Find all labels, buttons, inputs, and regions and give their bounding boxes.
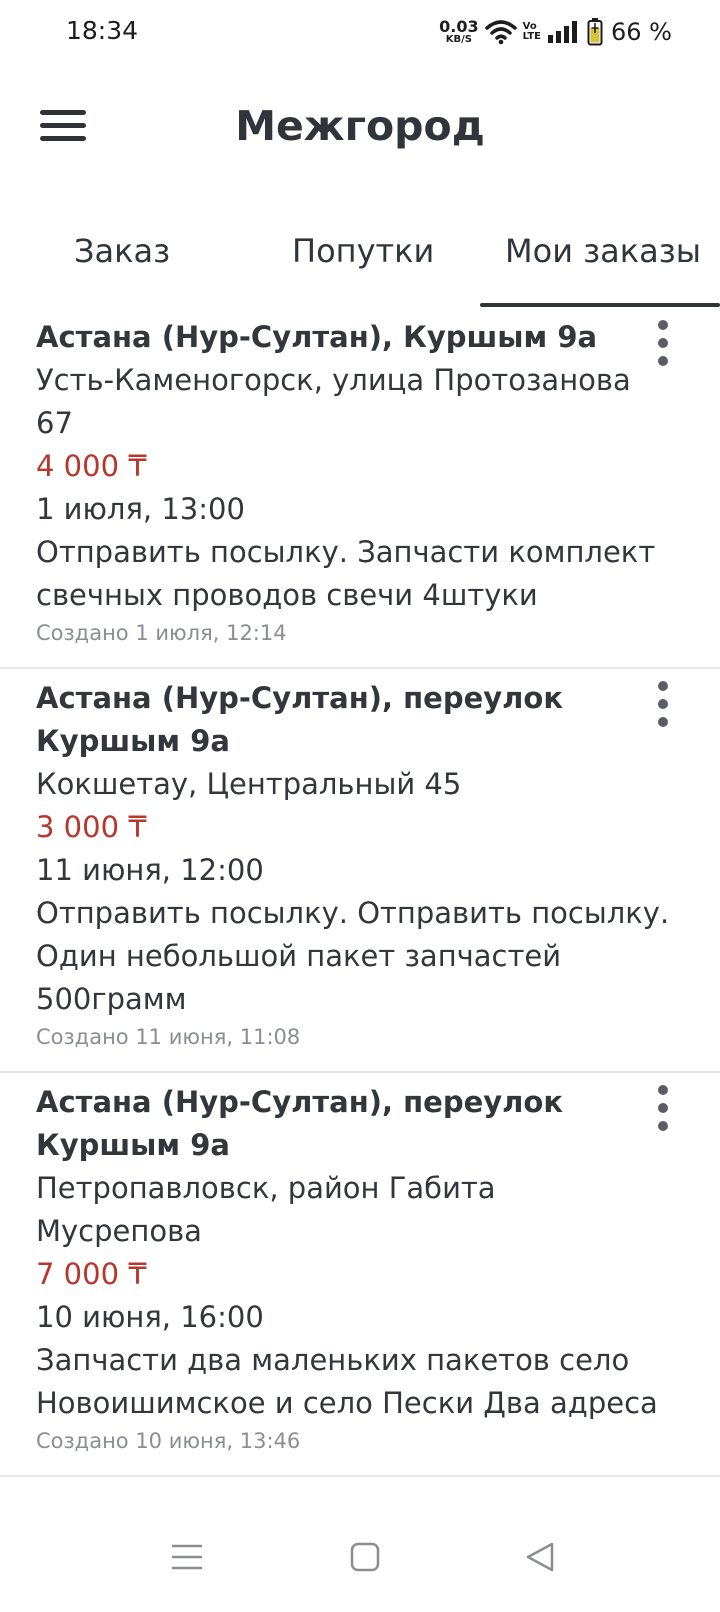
order-card[interactable]: Астана (Нур-Султан), переулок Куршым 9а …	[0, 669, 720, 1073]
status-icons: 0.03 KB/S Vo LTE 66 %	[439, 14, 672, 50]
tab-my-orders[interactable]: Мои заказы	[505, 232, 701, 270]
volte-bottom: LTE	[522, 31, 542, 42]
more-options-icon[interactable]	[656, 1085, 670, 1131]
order-price: 7 000 ₸	[36, 1257, 147, 1291]
active-tab-indicator	[480, 303, 720, 307]
order-created: Создано 1 июля, 12:14	[36, 621, 287, 645]
net-speed-value: 0.03	[439, 17, 479, 36]
order-price: 4 000 ₸	[36, 449, 147, 483]
order-to: Кокшетау, Центральный 45	[36, 767, 462, 801]
battery-percent: 66 %	[611, 18, 672, 46]
order-date: 10 июня, 16:00	[36, 1300, 264, 1334]
order-to: Петропавловск, район Габита Мусрепова	[36, 1171, 496, 1248]
order-card[interactable]: Астана (Нур-Султан), Куршым 9а Усть-Каме…	[0, 308, 720, 669]
status-time: 18:34	[66, 16, 139, 45]
system-nav-bar	[0, 1500, 720, 1612]
order-date: 1 июля, 13:00	[36, 492, 245, 526]
recent-apps-icon[interactable]	[162, 1532, 212, 1582]
order-description: Запчасти два маленьких пакетов село Ново…	[36, 1343, 658, 1420]
wifi-icon	[484, 20, 517, 45]
net-speed-unit: KB/S	[445, 34, 473, 45]
back-icon[interactable]	[516, 1532, 566, 1582]
order-to: Усть-Каменогорск, улица Протозанова 67	[36, 363, 631, 440]
tab-order[interactable]: Заказ	[74, 232, 170, 270]
order-from: Астана (Нур-Султан), Куршым 9а	[36, 320, 598, 354]
order-from: Астана (Нур-Султан), переулок Куршым 9а	[36, 1085, 564, 1162]
order-price: 3 000 ₸	[36, 810, 147, 844]
order-description: Отправить посылку. Отправить посылку. Од…	[36, 896, 670, 1016]
home-icon[interactable]	[340, 1532, 390, 1582]
orders-list: Астана (Нур-Султан), Куршым 9а Усть-Каме…	[0, 308, 720, 1477]
tab-rides[interactable]: Попутки	[292, 232, 434, 270]
more-options-icon[interactable]	[656, 681, 670, 727]
status-bar: 18:34 0.03 KB/S Vo LTE 66 %	[0, 0, 720, 66]
order-description: Отправить посылку. Запчасти комплект све…	[36, 535, 656, 612]
order-date: 11 июня, 12:00	[36, 853, 264, 887]
net-speed: 0.03 KB/S	[439, 19, 478, 45]
app-header: Межгород	[0, 90, 720, 170]
volte-icon: Vo LTE	[523, 22, 541, 42]
order-from: Астана (Нур-Султан), переулок Куршым 9а	[36, 681, 564, 758]
tab-bar: Заказ Попутки Мои заказы	[0, 222, 720, 312]
order-created: Создано 10 июня, 13:46	[36, 1429, 301, 1453]
order-card[interactable]: Астана (Нур-Султан), переулок Куршым 9а …	[0, 1073, 720, 1477]
more-options-icon[interactable]	[656, 320, 670, 366]
page-title: Межгород	[235, 102, 485, 150]
signal-icon	[548, 21, 578, 43]
battery-charging-icon	[587, 18, 603, 46]
order-created: Создано 11 июня, 11:08	[36, 1025, 301, 1049]
